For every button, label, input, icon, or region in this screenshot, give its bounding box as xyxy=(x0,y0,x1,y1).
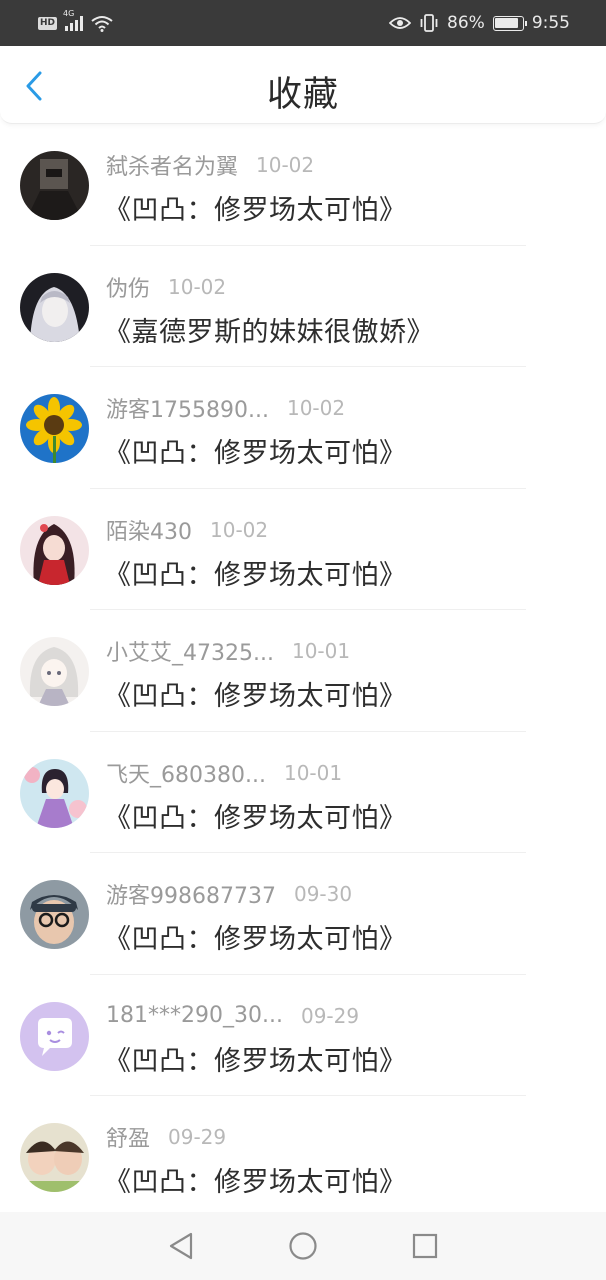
date: 10-02 xyxy=(256,153,315,177)
date: 10-01 xyxy=(283,760,343,785)
date: 10-02 xyxy=(210,517,269,542)
list-item[interactable]: 伪伤 10-02 《嘉德罗斯的妹妹很傲娇》 xyxy=(0,246,606,367)
username: 飞天_680380... xyxy=(106,762,266,788)
item-meta: 伪伤 10-02 xyxy=(106,272,226,302)
item-meta: 陌染430 10-02 xyxy=(106,515,268,545)
list-item[interactable]: 游客998687737 09-30 《凹凸：修罗场太可怕》 xyxy=(0,853,606,975)
network-type: 4G xyxy=(63,9,75,18)
avatar[interactable] xyxy=(20,515,89,585)
username: 伪伤 xyxy=(106,276,151,302)
avatar[interactable] xyxy=(20,394,89,463)
home-circle-icon xyxy=(289,1232,317,1260)
username: 舒盈 xyxy=(106,1127,151,1152)
avatar[interactable] xyxy=(20,1123,89,1192)
hd-badge: HD xyxy=(38,16,58,30)
nav-recents-button[interactable] xyxy=(405,1226,445,1266)
username: 小艾艾_47325... xyxy=(106,641,274,666)
item-meta: 游客998687737 09-30 xyxy=(106,879,352,909)
battery-percent: 86% xyxy=(447,13,485,33)
book-title[interactable]: 《凹凸：修罗场太可怕》 xyxy=(104,188,407,227)
book-title[interactable]: 《凹凸：修罗场太可怕》 xyxy=(104,674,407,713)
battery-level xyxy=(495,18,518,28)
item-meta: 舒盈 09-29 xyxy=(106,1122,226,1152)
list-item[interactable]: 飞天_680380... 10-01 《凹凸：修罗场太可怕》 xyxy=(0,732,606,853)
list-item[interactable]: 小艾艾_47325... 10-01 《凹凸：修罗场太可怕》 xyxy=(0,610,606,732)
book-title[interactable]: 《凹凸：修罗场太可怕》 xyxy=(104,1039,407,1078)
item-meta: 小艾艾_47325... 10-01 xyxy=(106,636,350,666)
recents-square-icon xyxy=(412,1233,438,1259)
back-triangle-icon xyxy=(169,1232,193,1260)
item-meta: 181***290_30... 09-29 xyxy=(106,1001,359,1031)
book-title[interactable]: 《凹凸：修罗场太可怕》 xyxy=(104,917,407,956)
list-item[interactable]: 陌染430 10-02 《凹凸：修罗场太可怕》 xyxy=(0,489,606,610)
avatar[interactable] xyxy=(20,272,89,342)
item-meta: 游客1755890... 10-02 xyxy=(106,393,345,423)
page-title: 收藏 xyxy=(266,75,339,115)
book-title[interactable]: 《嘉德罗斯的妹妹很傲娇》 xyxy=(104,310,434,349)
status-left: HD 4G xyxy=(38,9,113,32)
book-title[interactable]: 《凹凸：修罗场太可怕》 xyxy=(104,1160,407,1199)
date: 10-02 xyxy=(168,274,227,299)
date: 10-01 xyxy=(291,639,351,663)
date: 10-02 xyxy=(286,396,346,420)
eye-icon xyxy=(389,17,412,29)
nav-home-button[interactable] xyxy=(283,1226,323,1266)
username: 陌染430 xyxy=(106,519,192,545)
system-nav-bar xyxy=(0,1212,606,1280)
avatar[interactable] xyxy=(20,637,89,706)
app-header: 收藏 xyxy=(0,46,606,124)
item-meta: 飞天_680380... 10-01 xyxy=(106,758,342,788)
avatar[interactable] xyxy=(20,880,89,949)
signal-icon: 4G xyxy=(63,9,84,31)
username: 游客1755890... xyxy=(106,398,269,423)
date: 09-29 xyxy=(168,1125,227,1149)
book-title[interactable]: 《凹凸：修罗场太可怕》 xyxy=(104,796,407,835)
list-item[interactable]: 舒盈 09-29 《凹凸：修罗场太可怕》 xyxy=(0,1096,606,1218)
status-bar: HD 4G 86% 9:55 xyxy=(0,0,606,46)
username: 弑杀者名为翼 xyxy=(106,155,239,180)
avatar[interactable] xyxy=(20,151,89,220)
date: 09-30 xyxy=(293,882,353,906)
clock: 9:55 xyxy=(531,13,570,33)
battery-icon xyxy=(492,15,527,31)
list-item[interactable]: 弑杀者名为翼 10-02 《凹凸：修罗场太可怕》 xyxy=(0,124,606,246)
book-title[interactable]: 《凹凸：修罗场太可怕》 xyxy=(104,553,407,592)
username: 游客998687737 xyxy=(106,884,276,909)
avatar[interactable] xyxy=(20,1001,89,1071)
username: 181***290_30... xyxy=(106,1003,283,1028)
list-item[interactable]: 181***290_30... 09-29 《凹凸：修罗场太可怕》 xyxy=(0,975,606,1096)
wifi-icon xyxy=(91,15,113,32)
avatar[interactable] xyxy=(20,758,89,828)
item-meta: 弑杀者名为翼 10-02 xyxy=(106,150,314,180)
favorites-list: 弑杀者名为翼 10-02 《凹凸：修罗场太可怕》 伪伤 10-02 《嘉德罗斯的… xyxy=(0,124,606,1218)
date: 09-29 xyxy=(300,1003,360,1028)
book-title[interactable]: 《凹凸：修罗场太可怕》 xyxy=(104,431,407,470)
status-right: 86% 9:55 xyxy=(389,13,570,33)
nav-back-button[interactable] xyxy=(161,1226,201,1266)
list-item[interactable]: 游客1755890... 10-02 《凹凸：修罗场太可怕》 xyxy=(0,367,606,489)
vibrate-icon xyxy=(420,14,438,32)
